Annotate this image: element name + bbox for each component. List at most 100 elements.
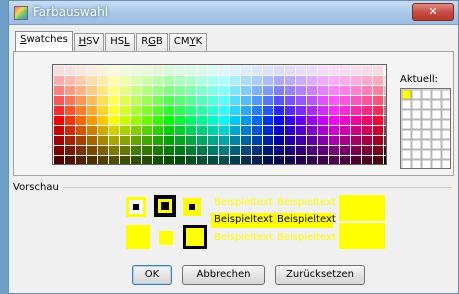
swatch-cell[interactable] [230,66,240,75]
swatch-cell[interactable] [120,126,130,135]
swatch-cell[interactable] [76,136,86,145]
swatch-cell[interactable] [219,156,229,165]
tab-swatches[interactable]: Swatches [15,31,73,52]
swatch-cell[interactable] [296,106,306,115]
recent-color-cell[interactable] [431,139,442,150]
swatch-cell[interactable] [329,146,339,155]
swatch-cell[interactable] [98,86,108,95]
swatch-cell[interactable] [384,116,387,125]
swatch-cell[interactable] [87,156,97,165]
swatch-cell[interactable] [87,106,97,115]
swatch-cell[interactable] [76,96,86,105]
recent-color-cell[interactable] [411,149,422,160]
swatch-cell[interactable] [351,126,361,135]
recent-color-cell[interactable] [431,109,442,120]
swatch-cell[interactable] [87,146,97,155]
swatch-cell[interactable] [109,116,119,125]
swatch-cell[interactable] [153,106,163,115]
swatch-cell[interactable] [263,96,273,105]
swatch-cell[interactable] [153,96,163,105]
swatch-cell[interactable] [197,86,207,95]
swatch-cell[interactable] [219,86,229,95]
swatch-cell[interactable] [373,76,383,85]
swatch-cell[interactable] [329,136,339,145]
swatch-cell[interactable] [318,126,328,135]
recent-color-cell[interactable] [421,119,432,130]
swatch-cell[interactable] [120,106,130,115]
swatch-cell[interactable] [87,126,97,135]
swatch-cell[interactable] [307,116,317,125]
swatch-cell[interactable] [120,116,130,125]
swatch-cell[interactable] [263,146,273,155]
swatch-cell[interactable] [54,66,64,75]
swatch-cell[interactable] [230,106,240,115]
swatch-cell[interactable] [98,66,108,75]
swatch-cell[interactable] [219,126,229,135]
recent-color-cell[interactable] [421,129,432,140]
swatch-cell[interactable] [76,116,86,125]
swatch-cell[interactable] [120,136,130,145]
swatch-cell[interactable] [186,96,196,105]
swatch-cell[interactable] [175,136,185,145]
swatch-cell[interactable] [109,86,119,95]
swatch-cell[interactable] [131,66,141,75]
swatch-cell[interactable] [142,86,152,95]
swatch-cell[interactable] [65,116,75,125]
swatch-cell[interactable] [208,96,218,105]
swatch-cell[interactable] [153,66,163,75]
swatch-cell[interactable] [131,106,141,115]
recent-color-cell[interactable] [431,119,442,130]
swatch-cell[interactable] [340,86,350,95]
swatch-cell[interactable] [373,126,383,135]
swatch-cell[interactable] [142,116,152,125]
swatch-cell[interactable] [318,116,328,125]
recent-color-cell[interactable] [401,159,412,169]
swatch-cell[interactable] [175,126,185,135]
swatch-cell[interactable] [197,106,207,115]
swatch-cell[interactable] [318,136,328,145]
swatch-cell[interactable] [252,156,262,165]
swatch-cell[interactable] [373,96,383,105]
swatch-cell[interactable] [76,86,86,95]
title-bar[interactable]: Farbauswahl ✕ [9,1,458,25]
recent-color-cell[interactable] [401,149,412,160]
swatch-cell[interactable] [54,136,64,145]
swatch-cell[interactable] [274,126,284,135]
recent-color-cell[interactable] [401,119,412,130]
swatch-cell[interactable] [164,76,174,85]
swatch-cell[interactable] [65,96,75,105]
swatch-cell[interactable] [362,66,372,75]
swatch-cell[interactable] [230,76,240,85]
swatch-cell[interactable] [142,96,152,105]
swatch-cell[interactable] [230,126,240,135]
swatch-cell[interactable] [164,96,174,105]
swatch-cell[interactable] [197,116,207,125]
close-button[interactable]: ✕ [412,3,454,21]
swatch-cell[interactable] [362,146,372,155]
swatch-cell[interactable] [252,66,262,75]
swatch-cell[interactable] [109,106,119,115]
swatch-cell[interactable] [65,136,75,145]
swatch-cell[interactable] [208,116,218,125]
recent-color-cell[interactable] [421,159,432,169]
swatch-cell[interactable] [241,66,251,75]
swatch-cell[interactable] [142,126,152,135]
swatch-cell[interactable] [153,156,163,165]
swatch-cell[interactable] [285,76,295,85]
swatch-cell[interactable] [241,126,251,135]
swatch-cell[interactable] [318,76,328,85]
swatch-cell[interactable] [274,76,284,85]
swatch-cell[interactable] [318,146,328,155]
swatch-cell[interactable] [109,96,119,105]
swatch-cell[interactable] [384,126,387,135]
swatch-cell[interactable] [197,96,207,105]
swatch-cell[interactable] [153,126,163,135]
swatch-cell[interactable] [296,146,306,155]
swatch-cell[interactable] [219,106,229,115]
swatch-cell[interactable] [263,136,273,145]
swatch-cell[interactable] [296,86,306,95]
swatch-cell[interactable] [186,86,196,95]
swatch-cell[interactable] [87,136,97,145]
swatch-cell[interactable] [263,126,273,135]
swatch-cell[interactable] [307,106,317,115]
